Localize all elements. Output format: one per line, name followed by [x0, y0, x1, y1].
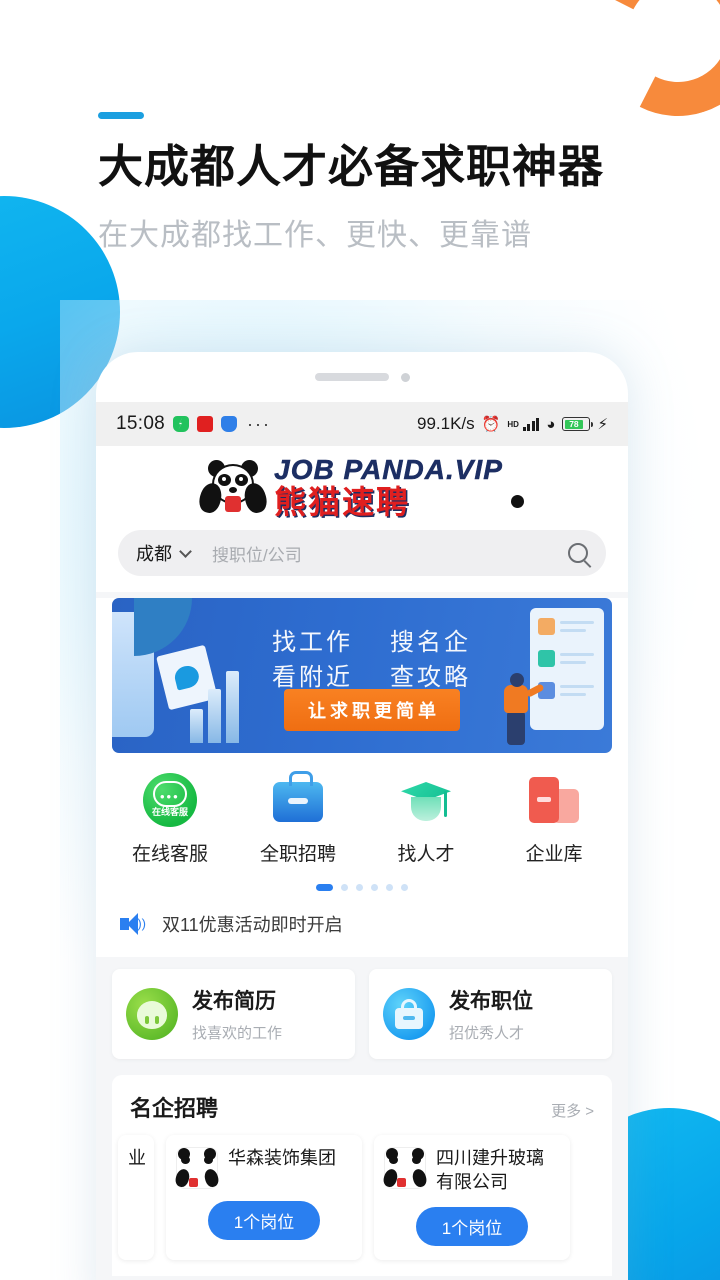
search-input[interactable]: 搜职位/公司: [212, 541, 568, 566]
banner-person-art: [500, 671, 545, 745]
post-resume-card[interactable]: 发布简历 找喜欢的工作: [112, 969, 355, 1059]
status-time: 15:08: [116, 413, 166, 434]
banner-line1-b: 搜名企: [390, 629, 471, 656]
banner-cta-button[interactable]: 让求职更简单: [284, 689, 460, 731]
quick-action-fulltime-jobs[interactable]: 全职招聘: [234, 771, 362, 866]
battery-level: 78: [564, 419, 583, 429]
dual-action-cards: 发布简历 找喜欢的工作 发布职位 招优秀人才: [96, 957, 628, 1059]
panda-mascot-icon: [196, 460, 270, 516]
carousel-dot[interactable]: [371, 884, 378, 891]
promo-banner[interactable]: 找工作 搜名企 看附近 查攻略 让求职更简单: [112, 598, 612, 753]
app-screen: JOB PANDA.VIP 熊猫速聘 成都 搜职位/公司 找工作 搜名企 看附近…: [96, 446, 628, 1280]
speaker-grille-icon: [314, 373, 389, 381]
page-root: 大成都人才必备求职神器 在大成都找工作、更快、更靠谱 15:08 ··· 99.…: [0, 0, 720, 1280]
carousel-dot[interactable]: [341, 884, 348, 891]
charging-bolt-icon: ⚡: [597, 416, 608, 433]
online-service-icon: ••• 在线客服: [143, 773, 197, 827]
company-name: 四川建升玻璃有限公司: [436, 1148, 544, 1192]
panda-logo-icon: [381, 1147, 429, 1189]
carousel-dot[interactable]: [356, 884, 363, 891]
red-app-icon: [197, 416, 214, 432]
wifi-icon: ◕: [546, 415, 556, 433]
signal-icon: [522, 417, 540, 431]
card-subtitle: 招优秀人才: [449, 1025, 525, 1042]
briefcase-icon: [271, 771, 325, 827]
hero-section: 大成都人才必备求职神器 在大成都找工作、更快、更靠谱: [98, 112, 604, 254]
quick-actions-row: ••• 在线客服 在线客服 全职招聘 找人才 企业库: [96, 753, 628, 874]
company-name: 华森装饰集团: [228, 1148, 336, 1168]
search-bar[interactable]: 成都 搜职位/公司: [118, 530, 606, 576]
featured-companies-section: 名企招聘 更多 > 业 华森装饰集团 1个岗位 四川建升玻璃有限公司 1个岗位: [112, 1075, 612, 1276]
company-card[interactable]: 华森装饰集团 1个岗位: [166, 1135, 362, 1260]
search-bar-container: 成都 搜职位/公司: [96, 524, 628, 592]
more-dots-icon: ···: [247, 413, 272, 434]
online-service-badge: 在线客服: [152, 807, 189, 817]
job-filter-tabs: 最新 紧急 推荐 附近: [96, 1275, 628, 1280]
page-title: 大成都人才必备求职神器: [98, 141, 605, 192]
announcement-text: 双11优惠活动即时开启: [162, 915, 343, 935]
card-title: 发布职位: [449, 990, 533, 1013]
logo-english: JOB PANDA.VIP: [274, 454, 503, 485]
company-name: 业: [128, 1148, 146, 1168]
search-icon[interactable]: [568, 543, 588, 563]
quick-action-label: 找人才: [397, 844, 455, 865]
banner-container: 找工作 搜名企 看附近 查攻略 让求职更简单: [96, 598, 628, 753]
section-title: 名企招聘: [130, 1096, 219, 1121]
quick-action-online-service[interactable]: ••• 在线客服 在线客服: [106, 773, 234, 866]
company-card-list[interactable]: 业 华森装饰集团 1个岗位 四川建升玻璃有限公司 1个岗位: [112, 1135, 612, 1276]
carousel-dot[interactable]: [386, 884, 393, 891]
phone-mockup: 15:08 ··· 99.1K/s ⏰ HD ◕ 78 ⚡ JOB PANDA.…: [96, 352, 628, 1280]
carousel-dot-active[interactable]: [316, 884, 333, 891]
page-subtitle: 在大成都找工作、更快、更靠谱: [98, 219, 532, 253]
quick-action-label: 企业库: [525, 844, 583, 865]
banner-line1-a: 找工作: [272, 629, 353, 656]
shield-green-icon: [173, 416, 190, 432]
buildings-icon: [527, 773, 581, 827]
alarm-icon: ⏰: [481, 416, 501, 433]
resume-pig-icon: [126, 988, 178, 1040]
banner-text: 找工作 搜名企 看附近 查攻略: [272, 626, 508, 696]
company-card[interactable]: 四川建升玻璃有限公司 1个岗位: [374, 1135, 570, 1260]
card-title: 发布简历: [192, 990, 276, 1013]
phone-notch: [96, 352, 628, 402]
panda-logo-icon: [173, 1147, 221, 1189]
post-job-card[interactable]: 发布职位 招优秀人才: [369, 969, 612, 1059]
carousel-dots[interactable]: [96, 874, 628, 897]
status-bar-left: 15:08 ···: [116, 413, 271, 435]
job-count-badge[interactable]: 1个岗位: [208, 1201, 320, 1240]
graduation-cap-icon: [399, 773, 453, 827]
carousel-dot[interactable]: [401, 884, 408, 891]
status-bar: 15:08 ··· 99.1K/s ⏰ HD ◕ 78 ⚡: [96, 402, 628, 446]
speaker-icon: )): [120, 913, 146, 935]
card-subtitle: 找喜欢的工作: [192, 1025, 283, 1042]
app-logo: JOB PANDA.VIP 熊猫速聘: [96, 446, 628, 524]
hd-icon: HD: [507, 419, 519, 429]
battery-icon: 78: [562, 417, 594, 431]
front-camera-icon: [400, 372, 410, 382]
city-selector-label[interactable]: 成都: [136, 540, 172, 566]
banner-bars-art: [190, 671, 239, 743]
logo-text: JOB PANDA.VIP 熊猫速聘: [274, 454, 503, 520]
logo-chinese: 熊猫速聘: [274, 484, 411, 520]
company-card-partial[interactable]: 业: [118, 1135, 154, 1260]
chevron-down-icon[interactable]: [179, 544, 192, 558]
status-bar-right: 99.1K/s ⏰ HD ◕ 78 ⚡: [417, 414, 608, 434]
section-header: 名企招聘 更多 >: [112, 1091, 612, 1135]
quick-action-find-talent[interactable]: 找人才: [362, 773, 490, 866]
quick-action-label: 在线客服: [131, 844, 208, 865]
job-count-badge[interactable]: 1个岗位: [416, 1206, 528, 1246]
more-link[interactable]: 更多 >: [551, 1100, 594, 1121]
post-job-icon: [383, 988, 435, 1040]
network-speed: 99.1K/s: [416, 414, 475, 433]
quick-action-company-library[interactable]: 企业库: [490, 773, 618, 866]
hero-accent-bar: [98, 112, 144, 119]
announcement-bar[interactable]: )) 双11优惠活动即时开启: [96, 897, 628, 957]
banner-blob-art: [134, 598, 192, 656]
banner-document-art: [530, 608, 604, 730]
logo-dot-icon: [510, 495, 524, 508]
blue-shield-icon: [221, 416, 238, 432]
quick-action-label: 全职招聘: [259, 844, 336, 865]
